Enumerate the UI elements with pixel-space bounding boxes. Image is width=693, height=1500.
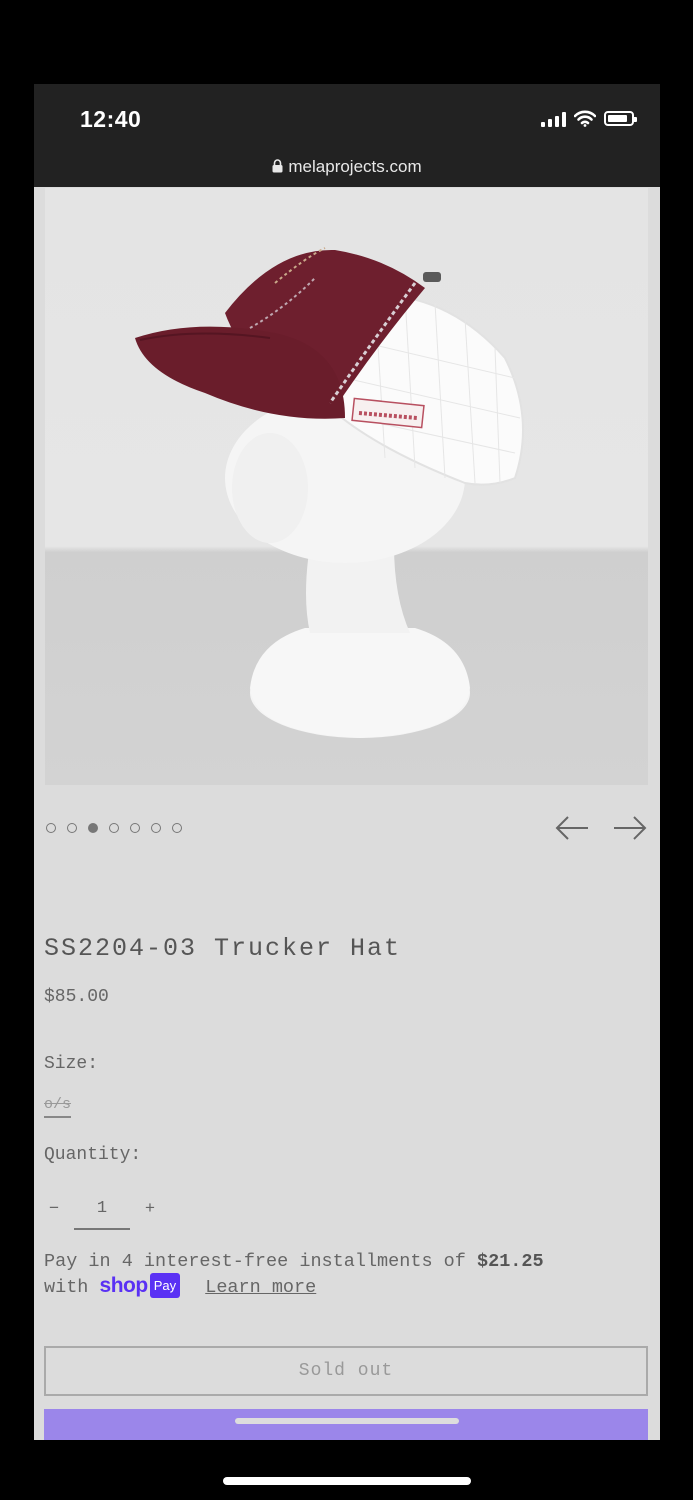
shop-pay-installments: Pay in 4 interest-free installments of $… (44, 1250, 544, 1299)
status-bar: 12:40 melaprojects.com (34, 84, 660, 187)
gallery-dot-active[interactable] (88, 823, 98, 833)
arrow-right-icon[interactable] (612, 813, 648, 843)
installment-amount: $21.25 (476, 1251, 544, 1272)
address-bar[interactable]: melaprojects.com (34, 157, 660, 177)
gallery-dots (46, 823, 182, 833)
quantity-input[interactable]: 1 (74, 1199, 130, 1230)
shop-pay-buy-button[interactable] (44, 1409, 648, 1440)
url-text: melaprojects.com (288, 157, 422, 176)
gallery-dot[interactable] (130, 823, 140, 833)
size-option-os[interactable]: o/s (44, 1096, 72, 1118)
size-label: Size: (44, 1054, 99, 1074)
product-price: $85.00 (44, 987, 109, 1007)
signal-icon (541, 111, 566, 127)
gallery-dot[interactable] (151, 823, 161, 833)
gallery-dot[interactable] (46, 823, 56, 833)
shop-pay-logo: shop (99, 1274, 149, 1297)
gallery-dot[interactable] (67, 823, 77, 833)
gallery-dot[interactable] (109, 823, 119, 833)
quantity-label: Quantity: (44, 1145, 142, 1165)
product-title: SS2204-03 Trucker Hat (44, 934, 402, 963)
sold-out-button[interactable]: Sold out (44, 1346, 648, 1396)
wifi-icon (574, 110, 596, 127)
quantity-stepper: − 1 + (44, 1189, 160, 1230)
installments-text: Pay in 4 interest-free installments of (44, 1251, 466, 1272)
quantity-decrease-button[interactable]: − (44, 1200, 64, 1219)
status-icons (541, 110, 637, 127)
gallery-dot[interactable] (172, 823, 182, 833)
product-image[interactable] (45, 188, 648, 785)
arrow-left-icon[interactable] (554, 813, 590, 843)
installments-with: with (44, 1277, 89, 1298)
lock-icon (272, 159, 283, 173)
browser-home-indicator (235, 1418, 459, 1424)
phone-screen: 12:40 melaprojects.com SS2204-03 Trucker… (34, 84, 660, 1440)
learn-more-link[interactable]: Learn more (205, 1277, 316, 1298)
shop-pay-badge: Pay (149, 1273, 181, 1298)
gallery-arrows (554, 813, 648, 843)
quantity-increase-button[interactable]: + (140, 1200, 160, 1219)
home-indicator[interactable] (223, 1477, 471, 1485)
hat-on-mannequin-image (135, 247, 524, 738)
status-time: 12:40 (80, 106, 142, 132)
battery-icon (604, 111, 637, 126)
